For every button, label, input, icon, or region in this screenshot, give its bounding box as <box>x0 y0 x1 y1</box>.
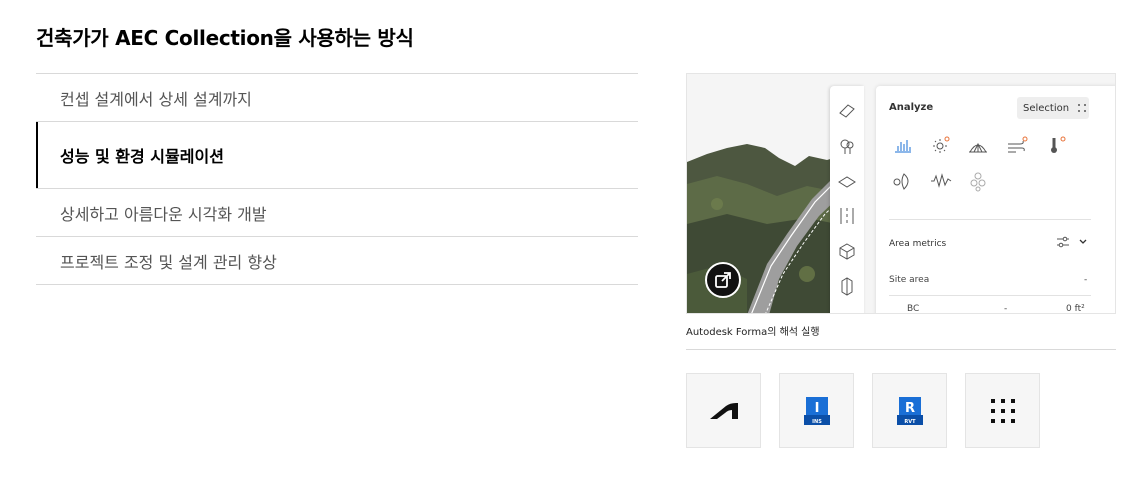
panel-title: Analyze <box>889 102 934 113</box>
accordion-item-simulation[interactable]: 성능 및 환경 시뮬레이션 <box>36 122 638 189</box>
product-letter: R <box>904 401 914 416</box>
sun-analysis-icon[interactable] <box>930 134 952 156</box>
site-area-label: Site area <box>889 275 930 285</box>
building-tool-icon[interactable] <box>837 241 857 261</box>
energy-icon[interactable] <box>892 170 914 192</box>
open-external-button[interactable] <box>705 262 741 298</box>
product-autodesk[interactable] <box>686 373 761 448</box>
accordion-item-label: 프로젝트 조정 및 설계 관리 향상 <box>60 252 277 272</box>
sky-view-icon[interactable] <box>967 136 989 158</box>
selection-dots-icon <box>1078 104 1087 112</box>
bc-label: BC <box>907 304 920 314</box>
caption-divider <box>686 349 1116 350</box>
sliders-icon[interactable] <box>1056 236 1070 248</box>
eraser-tool-icon[interactable] <box>837 100 857 120</box>
surface-tool-icon[interactable] <box>837 172 857 192</box>
temperature-icon[interactable] <box>1046 134 1068 156</box>
accordion-item-label: 상세하고 아름다운 시각화 개발 <box>60 204 267 224</box>
bc-value: 0 ft² <box>1066 304 1085 314</box>
volume-tool-icon[interactable] <box>837 276 857 296</box>
product-more[interactable] <box>965 373 1040 448</box>
panel-divider <box>889 295 1091 296</box>
cluster-icon[interactable] <box>967 170 989 192</box>
product-code: RVT <box>904 419 916 425</box>
bc-dash: - <box>1004 304 1008 314</box>
external-link-icon <box>715 272 731 288</box>
forma-preview-image: Analyze Selection Area metrics Site area… <box>686 73 1116 314</box>
area-metrics-label: Area metrics <box>889 239 947 249</box>
accordion-item-coordination[interactable]: 프로젝트 조정 및 설계 관리 향상 <box>36 237 638 285</box>
tree-tool-icon[interactable] <box>837 136 857 156</box>
accordion-item-label: 컨셉 설계에서 상세 설계까지 <box>60 89 252 109</box>
wind-analysis-icon[interactable] <box>1006 134 1028 156</box>
infraworks-ins-icon: I INS <box>803 396 830 425</box>
chevron-down-icon[interactable] <box>1078 237 1088 247</box>
bar-analysis-icon[interactable] <box>892 136 914 158</box>
analyze-panel: Analyze Selection Area metrics Site area… <box>876 86 1115 314</box>
autodesk-logo-icon <box>709 402 738 419</box>
selection-label: Selection <box>1023 102 1070 114</box>
road-tool-icon[interactable] <box>837 206 857 226</box>
grid-menu-icon <box>990 398 1015 423</box>
noise-analysis-icon[interactable] <box>930 170 952 192</box>
tool-strip <box>830 86 864 313</box>
accordion-item-concept-design[interactable]: 컨셉 설계에서 상세 설계까지 <box>36 74 638 122</box>
image-caption: Autodesk Forma의 해석 실행 <box>686 327 820 338</box>
selection-button[interactable]: Selection <box>1017 97 1089 119</box>
product-code: INS <box>812 419 822 425</box>
accordion-item-visualization[interactable]: 상세하고 아름다운 시각화 개발 <box>36 189 638 237</box>
product-letter: I <box>814 401 819 416</box>
section-heading: 건축가가 AEC Collection을 사용하는 방식 <box>36 26 414 50</box>
area-metrics-controls <box>1056 236 1088 248</box>
workflow-accordion: 컨셉 설계에서 상세 설계까지 성능 및 환경 시뮬레이션 상세하고 아름다운 … <box>36 73 638 285</box>
accordion-item-label: 성능 및 환경 시뮬레이션 <box>60 147 224 166</box>
product-infraworks[interactable]: I INS <box>779 373 854 448</box>
revit-rvt-icon: R RVT <box>896 396 923 425</box>
active-indicator <box>36 122 38 188</box>
panel-divider <box>889 219 1091 220</box>
site-area-value: - <box>1084 275 1088 285</box>
product-revit[interactable]: R RVT <box>872 373 947 448</box>
